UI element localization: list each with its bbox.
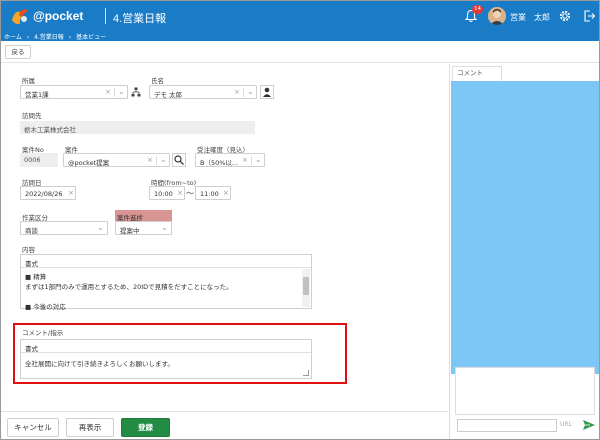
breadcrumb-basic-view: 基本ビュー <box>76 34 107 41</box>
order-probability-select[interactable]: B（50%以... × ⌄ <box>195 153 265 167</box>
clear-icon[interactable]: × <box>223 189 229 197</box>
time-to-input[interactable]: 11:00 × <box>195 186 231 200</box>
header-divider <box>105 8 106 24</box>
deal-search-button[interactable] <box>172 153 186 167</box>
visit-destination-field: 栃木工業株式会社 <box>20 121 255 134</box>
clear-icon[interactable]: × <box>105 88 111 96</box>
logout-icon[interactable] <box>582 9 596 23</box>
user-picker-button[interactable] <box>260 85 274 99</box>
page-title: 4.営業日報 <box>113 13 167 25</box>
deal-progress-select[interactable]: 提案中 ⌄ <box>115 221 172 235</box>
format-label[interactable]: 書式 <box>25 258 38 268</box>
affiliation-value: 営業1課 <box>25 91 49 99</box>
person-icon <box>263 87 271 97</box>
chevron-down-icon[interactable]: ⌄ <box>160 155 167 164</box>
deal-no-field: 0006 <box>20 153 58 167</box>
affiliation-select[interactable]: 営業1課 × ⌄ <box>20 85 128 99</box>
chevron-down-icon[interactable]: ⌄ <box>97 223 104 232</box>
send-icon[interactable] <box>582 418 596 432</box>
logo-icon <box>12 9 28 25</box>
url-link-button[interactable]: URL <box>560 421 572 428</box>
chevron-down-icon[interactable]: ⌄ <box>255 155 262 164</box>
clear-icon[interactable]: × <box>234 88 240 96</box>
content-format-toolbar[interactable]: 書式 <box>21 255 311 268</box>
work-type-select[interactable]: 商談 ⌄ <box>20 221 108 235</box>
content-scrollbar[interactable] <box>302 269 310 307</box>
back-button[interactable]: 戻る <box>5 45 31 59</box>
scrollbar-thumb[interactable] <box>303 277 309 295</box>
user-name[interactable]: 営業 太郎 <box>510 12 550 23</box>
clear-icon[interactable]: × <box>68 189 74 197</box>
comment-input[interactable] <box>457 419 557 432</box>
breadcrumb-separator: › <box>26 34 30 41</box>
divider <box>251 156 252 165</box>
content-editor[interactable]: 書式 ■ 精算 まずは1部門のみで運用とするため、20IDで見積をだすことになっ… <box>20 254 312 312</box>
divider <box>243 88 244 97</box>
chevron-down-icon[interactable]: ⌄ <box>161 223 168 232</box>
name-label: 氏名 <box>151 77 164 85</box>
time-from-value: 10:00 <box>154 190 173 198</box>
action-bar: キャンセル 再表示 登録 <box>1 411 448 439</box>
chevron-down-icon[interactable]: ⌄ <box>118 87 125 96</box>
redisplay-button[interactable]: 再表示 <box>66 418 114 437</box>
brand-name: @pocket <box>33 9 84 23</box>
cancel-button[interactable]: キャンセル <box>7 418 59 437</box>
divider <box>156 156 157 165</box>
visit-destination-value: 栃木工業株式会社 <box>24 126 76 134</box>
comment-textarea[interactable] <box>455 367 595 415</box>
breadcrumb-daily-report[interactable]: 4.営業日報 <box>34 34 64 41</box>
chevron-down-icon[interactable]: ⌄ <box>247 87 254 96</box>
name-value: デモ 太郎 <box>154 91 183 99</box>
content-text[interactable]: ■ 精算 まずは1部門のみで運用とするため、20IDで見積をだすことになった。 … <box>25 272 299 312</box>
comment-panel: コメント URL <box>449 64 599 439</box>
breadcrumb-separator: › <box>68 34 72 41</box>
content-line <box>25 292 299 302</box>
time-range-tilde: ～ <box>186 189 194 198</box>
highlight-box <box>13 323 347 384</box>
visit-date-input[interactable]: 2022/08/26 × <box>20 186 76 200</box>
deal-value: @pocket提案 <box>68 159 110 167</box>
content-line: まずは1部門のみで運用とするため、20IDで見積をだすことになった。 <box>25 283 233 291</box>
divider <box>114 88 115 97</box>
affiliation-label: 所属 <box>22 77 35 85</box>
deal-progress-label: 案件進捗 <box>115 210 172 222</box>
search-icon <box>174 155 184 165</box>
clear-icon[interactable]: × <box>147 156 153 164</box>
breadcrumb: ホーム › 4.営業日報 › 基本ビュー <box>1 31 599 41</box>
comment-thread-area <box>451 81 599 374</box>
top-header: @pocket 4.営業日報 14 営業 太郎 <box>1 1 599 31</box>
content-label: 内容 <box>22 246 35 254</box>
user-photo-icon <box>488 7 506 25</box>
clear-icon[interactable]: × <box>177 189 183 197</box>
avatar[interactable] <box>488 7 506 25</box>
name-select[interactable]: デモ 太郎 × ⌄ <box>149 85 257 99</box>
content-line: ■ 精算 <box>25 273 47 281</box>
deal-select[interactable]: @pocket提案 × ⌄ <box>63 153 170 167</box>
time-to-value: 11:00 <box>200 190 219 198</box>
content-line: ■ 今後の対応 <box>25 303 66 311</box>
register-button[interactable]: 登録 <box>121 418 170 437</box>
notification-badge: 14 <box>472 5 483 14</box>
clear-icon[interactable]: × <box>242 156 248 164</box>
order-probability-value: B（50%以... <box>200 159 239 167</box>
time-from-input[interactable]: 10:00 × <box>149 186 185 200</box>
org-tree-icon[interactable] <box>131 87 141 97</box>
visit-date-value: 2022/08/26 <box>25 190 63 198</box>
tab-comment[interactable]: コメント <box>452 66 502 81</box>
gear-icon[interactable] <box>558 9 572 23</box>
app-window: @pocket 4.営業日報 14 営業 太郎 ホーム › 4.営業日報 › 基… <box>0 0 600 440</box>
deal-no-value: 0006 <box>24 156 41 164</box>
visit-destination-label: 訪問先 <box>22 112 42 120</box>
deal-progress-value: 提案中 <box>120 227 140 235</box>
toolbar: 戻る <box>1 41 599 63</box>
breadcrumb-home[interactable]: ホーム <box>4 34 22 41</box>
work-type-value: 商談 <box>25 227 38 235</box>
